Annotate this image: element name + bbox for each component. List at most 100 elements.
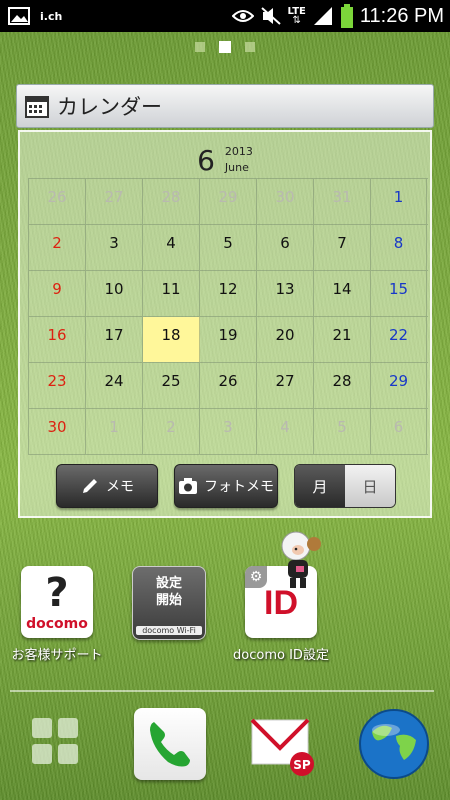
month-meta: 2013 June bbox=[225, 144, 253, 176]
day-view-button[interactable]: 日 bbox=[345, 465, 395, 507]
status-bar[interactable]: i.ch LTE ⇅ 11:26 PM bbox=[0, 0, 450, 32]
app-label: お客様サポート bbox=[11, 648, 103, 663]
day-cell[interactable]: 20 bbox=[257, 317, 314, 362]
day-cell[interactable]: 23 bbox=[28, 363, 86, 408]
day-cell[interactable]: 17 bbox=[86, 317, 143, 362]
month-name: June bbox=[224, 161, 249, 174]
app-docomo-support[interactable]: ? docomo お客様サポート bbox=[2, 566, 112, 663]
day-cell[interactable]: 1 bbox=[371, 179, 427, 224]
day-cell[interactable]: 30 bbox=[257, 179, 314, 224]
lte-data-icon: LTE ⇅ bbox=[288, 7, 306, 26]
day-cell[interactable]: 12 bbox=[200, 271, 257, 316]
browser-globe-icon[interactable] bbox=[358, 708, 430, 780]
page-indicator[interactable] bbox=[0, 41, 450, 53]
month-number: 6 bbox=[197, 143, 215, 177]
week-row: 30 1 2 3 4 5 6 bbox=[28, 409, 428, 455]
mail-icon[interactable]: SP bbox=[248, 708, 320, 780]
day-cell[interactable]: 29 bbox=[371, 363, 427, 408]
day-cell[interactable]: 26 bbox=[200, 363, 257, 408]
camera-icon bbox=[178, 477, 198, 495]
day-cell[interactable]: 25 bbox=[143, 363, 200, 408]
docomo-wifi-setup-icon: 設定 開始 docomo Wi-Fi bbox=[132, 566, 206, 640]
day-cell[interactable]: 5 bbox=[314, 409, 371, 454]
day-cell[interactable]: 27 bbox=[86, 179, 143, 224]
gallery-icon bbox=[8, 7, 30, 25]
pencil-icon bbox=[80, 476, 100, 496]
photo-memo-button-label: フォトメモ bbox=[204, 479, 274, 495]
day-cell[interactable]: 11 bbox=[143, 271, 200, 316]
day-cell[interactable]: 1 bbox=[86, 409, 143, 454]
week-row: 9 10 11 12 13 14 15 bbox=[28, 271, 428, 317]
day-cell[interactable]: 13 bbox=[257, 271, 314, 316]
calendar-grid: 26 27 28 29 30 31 1 2 3 4 5 6 7 8 9 10 1… bbox=[28, 178, 428, 455]
day-cell[interactable]: 14 bbox=[314, 271, 371, 316]
calendar-toolbar: メモ フォトメモ 月 日 bbox=[20, 464, 430, 510]
app-docomo-wifi-setup[interactable]: 設定 開始 docomo Wi-Fi bbox=[114, 566, 224, 646]
day-cell[interactable]: 27 bbox=[257, 363, 314, 408]
month-heading: 6 2013 June bbox=[20, 140, 430, 180]
day-cell[interactable]: 9 bbox=[28, 271, 86, 316]
setup-line-2: 開始 bbox=[155, 593, 182, 608]
memo-button-label: メモ bbox=[106, 479, 134, 495]
day-cell[interactable]: 3 bbox=[200, 409, 257, 454]
month-view-button[interactable]: 月 bbox=[295, 465, 345, 507]
day-cell[interactable]: 22 bbox=[371, 317, 427, 362]
calendar-icon bbox=[25, 94, 49, 118]
day-cell[interactable]: 28 bbox=[314, 363, 371, 408]
page-dot-active[interactable] bbox=[219, 41, 231, 53]
photo-memo-button[interactable]: フォトメモ bbox=[174, 464, 278, 508]
day-cell[interactable]: 28 bbox=[143, 179, 200, 224]
setup-text: 設定 開始 bbox=[133, 575, 205, 609]
day-cell[interactable]: 7 bbox=[314, 225, 371, 270]
dock-divider bbox=[10, 690, 434, 692]
wifi-footer: docomo Wi-Fi bbox=[136, 626, 202, 635]
app-label: docomo ID設定 bbox=[233, 648, 329, 663]
silent-icon bbox=[260, 6, 282, 26]
notification-text: i.ch bbox=[40, 9, 63, 23]
week-row: 2 3 4 5 6 7 8 bbox=[28, 225, 428, 271]
sheep-mascot[interactable] bbox=[276, 528, 326, 598]
app-drawer-icon[interactable] bbox=[24, 708, 96, 780]
calendar-widget[interactable]: 6 2013 June 26 27 28 29 30 31 1 2 3 4 5 … bbox=[18, 130, 432, 518]
clock: 11:26 PM bbox=[359, 4, 444, 27]
eye-icon bbox=[231, 8, 254, 24]
docomo-logo: docomo bbox=[26, 616, 88, 632]
day-cell[interactable]: 10 bbox=[86, 271, 143, 316]
question-mark-glyph: ? bbox=[45, 570, 69, 616]
calendar-widget-title: カレンダー bbox=[57, 95, 162, 119]
day-cell[interactable]: 19 bbox=[200, 317, 257, 362]
day-cell[interactable]: 6 bbox=[371, 409, 427, 454]
phone-icon[interactable] bbox=[134, 708, 206, 780]
day-cell[interactable]: 4 bbox=[143, 225, 200, 270]
calendar-widget-header[interactable]: カレンダー bbox=[16, 84, 434, 128]
view-toggle: 月 日 bbox=[294, 464, 396, 508]
day-cell[interactable]: 2 bbox=[143, 409, 200, 454]
day-cell[interactable]: 29 bbox=[200, 179, 257, 224]
day-cell[interactable]: 16 bbox=[28, 317, 86, 362]
day-cell[interactable]: 26 bbox=[28, 179, 86, 224]
day-cell[interactable]: 8 bbox=[371, 225, 427, 270]
data-arrows: ⇅ bbox=[292, 15, 301, 26]
day-cell[interactable]: 5 bbox=[200, 225, 257, 270]
day-cell[interactable]: 30 bbox=[28, 409, 86, 454]
day-cell[interactable]: 3 bbox=[86, 225, 143, 270]
day-cell[interactable]: 15 bbox=[371, 271, 427, 316]
docomo-support-icon: ? docomo bbox=[21, 566, 93, 638]
day-cell[interactable]: 31 bbox=[314, 179, 371, 224]
day-cell-today[interactable]: 18 bbox=[143, 317, 200, 362]
page-dot[interactable] bbox=[245, 42, 255, 52]
day-cell[interactable]: 24 bbox=[86, 363, 143, 408]
day-cell[interactable]: 4 bbox=[257, 409, 314, 454]
week-row: 23 24 25 26 27 28 29 bbox=[28, 363, 428, 409]
day-cell[interactable]: 21 bbox=[314, 317, 371, 362]
memo-button[interactable]: メモ bbox=[56, 464, 158, 508]
day-cell[interactable]: 2 bbox=[28, 225, 86, 270]
day-cell[interactable]: 6 bbox=[257, 225, 314, 270]
week-row: 26 27 28 29 30 31 1 bbox=[28, 179, 428, 225]
year-label: 2013 bbox=[224, 145, 253, 158]
signal-icon bbox=[312, 6, 334, 26]
page-dot[interactable] bbox=[195, 42, 205, 52]
battery-icon bbox=[340, 4, 354, 28]
svg-text:SP: SP bbox=[293, 758, 311, 772]
week-row: 16 17 18 19 20 21 22 bbox=[28, 317, 428, 363]
